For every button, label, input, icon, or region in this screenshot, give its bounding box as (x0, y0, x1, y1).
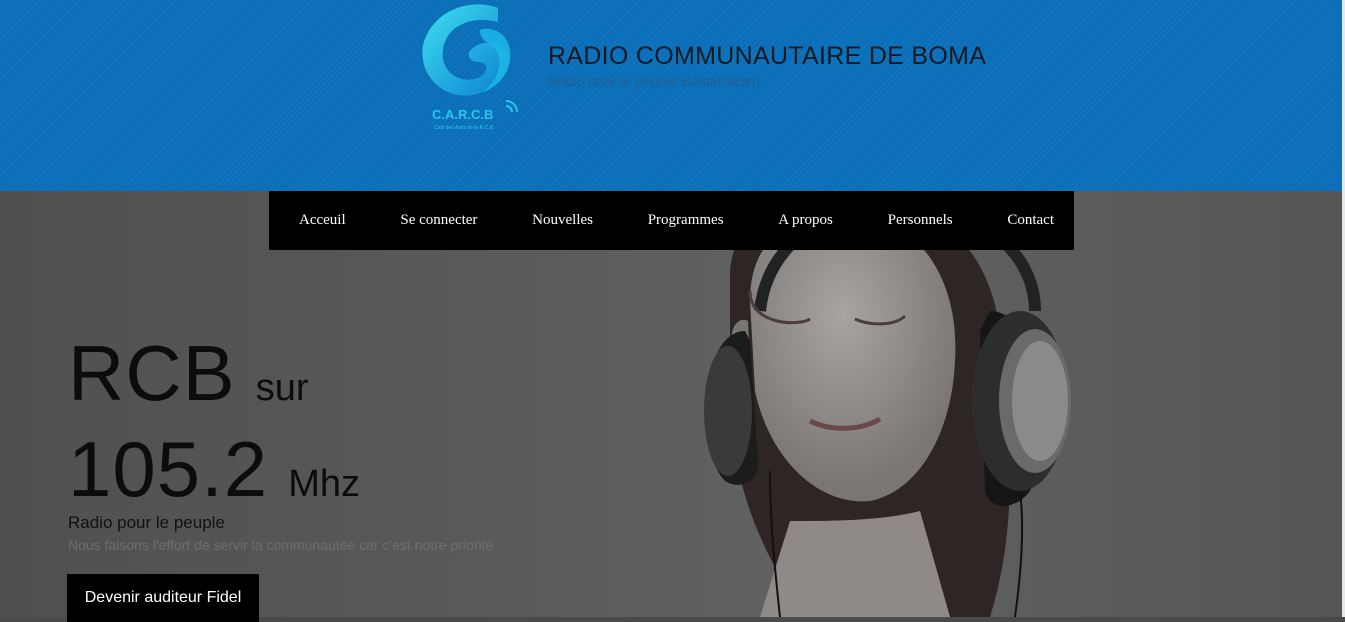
svg-text:C.A.R.C.B: C.A.R.C.B (432, 107, 493, 122)
station-line: RCB sur (68, 328, 308, 419)
frequency-value: 105.2 (68, 425, 269, 513)
nav-item-se-connecter[interactable]: Se connecter (400, 212, 477, 229)
on-word: sur (255, 367, 309, 409)
nav-item-a-propos[interactable]: A propos (778, 212, 833, 229)
hero-description: Nous faisons l'effort de servir la commu… (68, 537, 494, 553)
site-title: RADIO COMMUNAUTAIRE DE BOMA (548, 42, 987, 70)
nav-item-nouvelles[interactable]: Nouvelles (532, 212, 593, 229)
site-tagline: Radio pour le peuple Bomatracien (548, 73, 760, 89)
nav-item-acceuil[interactable]: Acceuil (299, 212, 346, 229)
nav-item-personnels[interactable]: Personnels (888, 212, 953, 229)
hero-banner: RCB sur 105.2 Mhz (0, 191, 1345, 617)
hero-subtitle: Radio pour le peuple (68, 513, 225, 532)
svg-text:Club des Amis de la R.C.B: Club des Amis de la R.C.B (434, 125, 494, 131)
station-name: RCB (68, 329, 236, 417)
main-nav: Acceuil Se connecter Nouvelles Programme… (269, 191, 1074, 250)
radio-logo[interactable]: C.A.R.C.B Club des Amis de la R.C.B (418, 0, 518, 135)
site-header: C.A.R.C.B Club des Amis de la R.C.B RADI… (0, 0, 1345, 191)
nav-item-contact[interactable]: Contact (1007, 212, 1054, 229)
frequency-line: 105.2 Mhz (68, 424, 360, 515)
become-listener-button[interactable]: Devenir auditeur Fidel (67, 574, 259, 622)
frequency-unit: Mhz (288, 463, 360, 505)
nav-item-programmes[interactable]: Programmes (648, 212, 724, 229)
woman-headphones-image (704, 191, 1071, 617)
